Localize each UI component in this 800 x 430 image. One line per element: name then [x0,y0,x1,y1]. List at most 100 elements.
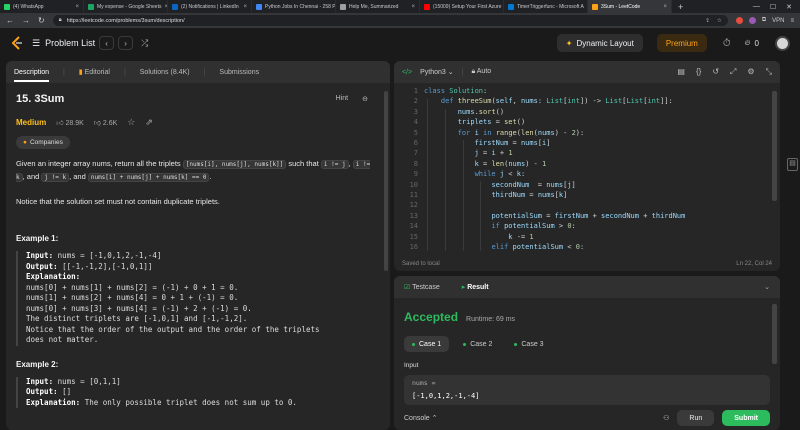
vpn-badge[interactable]: VPN [772,18,784,24]
scrollbar[interactable] [772,304,777,364]
debug-icon[interactable]: ⚇ [663,414,669,422]
case-tab[interactable]: Case 1 [404,336,450,352]
problem-list[interactable]: ☰ Problem List [32,38,95,49]
streak-count: 0 [754,38,759,48]
browser-tab[interactable]: (15009) Setup Your First Azure× [420,0,504,13]
url-input[interactable]: 🔒︎ https://leetcode.com/problems/3sum/de… [52,15,728,26]
run-button[interactable]: Run [677,410,715,426]
shuffle-icon[interactable]: ⤮ [141,38,148,49]
case-tabs: Case 1 Case 2 Case 3 [394,324,780,352]
tab-description[interactable]: Description [14,69,50,82]
tab-submissions[interactable]: Submissions [219,69,259,76]
code-line: class Solution: [424,87,488,95]
submit-button[interactable]: Submit [722,410,770,426]
share-icon[interactable]: ⇗ [145,117,153,128]
browser-tab[interactable]: TimerTriggerfunc - Microsoft A× [504,0,588,13]
case-tab[interactable]: Case 2 [455,336,500,352]
bookmark-star-icon[interactable]: ☆ [717,18,722,24]
companies-button[interactable]: ● Companies [16,136,70,149]
close-icon[interactable]: × [411,4,415,10]
auto-toggle[interactable]: 🔒︎ Auto [471,68,491,76]
code-line: k -= 1 [508,232,534,241]
dynamic-layout-label: Dynamic Layout [576,38,634,48]
window-controls: — ☐ ✕ [753,3,800,11]
timer-icon[interactable]: ⏱ [723,38,731,49]
back-icon[interactable]: ← [6,16,14,25]
line-number: 10 [409,180,418,189]
cursor-position: Ln 22, Col 24 [736,261,772,267]
share-icon[interactable]: ⇪ [705,18,710,24]
settings-circle-icon[interactable]: ⊖ [362,95,368,103]
code-editor[interactable]: 1 2 3 4 5 6 7 8 9 10 11 12 13 14 15 16 c… [394,83,780,255]
tab-solutions[interactable]: Solutions (8.4K) [140,69,190,76]
leetcode-logo-icon[interactable] [10,36,24,50]
expand-icon[interactable]: ⤡ [766,67,772,77]
code-line: if potentialSum > 0: [491,222,576,231]
scrollbar[interactable] [384,91,388,271]
browser-tab[interactable]: Python Jobs In Chennai - 258 P× [252,0,336,13]
status-badge: Accepted [404,310,459,324]
prev-problem-button[interactable]: ‹ [99,36,115,50]
collapse-icon[interactable]: ⌄ [764,283,770,291]
menu-icon[interactable]: ≡ [790,18,794,24]
hint-button[interactable]: Hint [336,95,348,103]
tab-divider: | [123,68,126,76]
like-button[interactable]: 👍︎ 28.9K [56,118,84,127]
tab-divider: | [203,68,206,76]
case-label: Case 2 [470,340,493,348]
browser-tab[interactable]: My expense - Google Sheets × [84,0,168,13]
next-problem-button[interactable]: › [118,36,134,50]
fullscreen-icon[interactable]: ⤢ [730,67,736,77]
browser-tab[interactable]: (2) Notifications | LinkedIn × [168,0,252,13]
tab-testcase[interactable]: ☑ Testcase [404,283,440,291]
tab-label: TimerTriggerfunc - Microsoft A [517,3,584,10]
extension-icon[interactable] [735,17,743,24]
case-tab[interactable]: Case 3 [506,336,551,352]
star-icon[interactable]: ☆ [127,117,135,128]
note-icon[interactable]: ▤ [677,67,685,77]
address-bar: ← → ↻ 🔒︎ https://leetcode.com/problems/3… [0,13,800,28]
action-buttons: ⚇ Run Submit [663,410,770,426]
close-window-icon[interactable]: ✕ [786,3,792,11]
thumbs-down-icon: 👎︎ [93,120,103,127]
url-text: https://leetcode.com/problems/3sum/descr… [66,17,185,24]
close-icon[interactable]: × [663,4,667,10]
avatar[interactable] [775,35,790,51]
explanation-line: nums[0] + nums[3] + nums[4] = (-1) + 2 +… [26,303,252,313]
close-icon[interactable]: × [243,4,247,10]
chevron-down-icon: ⌄ [447,69,454,76]
sheets-icon [88,3,94,10]
braces-icon[interactable]: {} [696,67,701,77]
left-panel-tabs: Description | ▮ Editorial | Solutions (8… [6,61,390,83]
gear-icon[interactable]: ⚙ [747,67,754,77]
new-tab-button[interactable]: + [672,2,689,12]
dynamic-layout-button[interactable]: ✦ Dynamic Layout [556,34,643,52]
reset-icon[interactable]: ↺ [712,67,719,77]
extension-icon[interactable] [748,17,756,24]
notes-icon[interactable]: ▤ [787,158,798,171]
editor-status-bar: Saved to local Ln 22, Col 24 [394,257,780,271]
console-toggle[interactable]: Console ⌃ [404,414,438,422]
forward-icon[interactable]: → [22,16,30,25]
maximize-icon[interactable]: ☐ [770,3,776,11]
line-number: 1 [413,87,418,95]
explanation-line: Notice that the order of the output and … [26,324,320,334]
browser-tab[interactable]: (4) WhatsApp × [0,0,84,13]
close-icon[interactable]: × [75,4,79,10]
scrollbar[interactable] [772,91,777,201]
tab-editorial[interactable]: ▮ Editorial [79,68,110,76]
language-select[interactable]: Python3 ⌄ [420,68,454,76]
dislike-button[interactable]: 👎︎ 2.6K [94,118,117,127]
tab-result[interactable]: ▸ Result [462,283,489,291]
streak-counter[interactable]: 🔥︎ 0 [745,38,759,48]
puzzle-icon[interactable]: ⧉ [762,17,766,24]
input-value: [-1,0,1,2,-1,-4] [412,392,480,400]
input-value: nums = [-1,0,1,2,-1,-4] [53,251,162,260]
code-panel: </> Python3 ⌄ | 🔒︎ Auto ▤ {} ↺ ⤢ ⚙ ⤡ 1 2… [394,61,780,271]
reload-icon[interactable]: ↻ [38,16,45,25]
browser-tab-active[interactable]: 3Sum - LeetCode × [588,0,672,13]
input-label: Input: [26,376,54,386]
minimize-icon[interactable]: — [753,3,760,11]
browser-tab[interactable]: Help Me, Summarized × [336,0,420,13]
premium-button[interactable]: Premium [656,34,707,52]
